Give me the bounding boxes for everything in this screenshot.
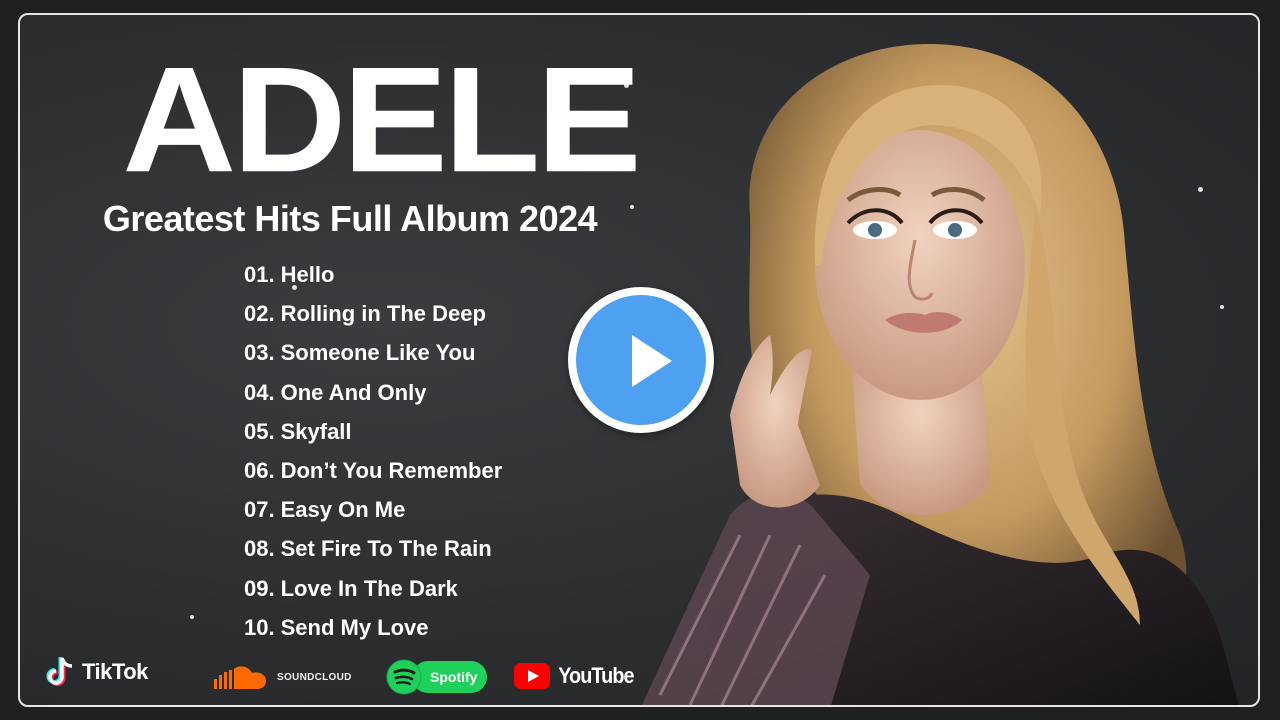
tiktok-logo[interactable]: TikTok bbox=[46, 655, 148, 689]
track-item: 05. Skyfall bbox=[244, 412, 502, 451]
youtube-logo[interactable]: YouTube bbox=[514, 663, 638, 689]
track-item: 06. Don’t You Remember bbox=[244, 451, 502, 490]
track-item: 08. Set Fire To The Rain bbox=[244, 529, 502, 568]
track-number: 05. bbox=[244, 418, 275, 444]
tiktok-label: TikTok bbox=[82, 659, 148, 684]
track-title: Easy On Me bbox=[280, 497, 406, 523]
sparkle-dot bbox=[347, 13, 357, 15]
tracklist: 01. Hello 02. Rolling in The Deep 03. Someo… bbox=[244, 255, 502, 647]
youtube-icon bbox=[514, 663, 550, 689]
track-title: Skyfall bbox=[280, 418, 352, 444]
play-button-circle bbox=[576, 295, 706, 425]
track-item: 09. Love In The Dark bbox=[244, 569, 502, 608]
spotify-icon bbox=[386, 659, 422, 695]
soundcloud-logo[interactable]: SOUNDCLOUD bbox=[212, 663, 352, 691]
track-item: 01. Hello bbox=[244, 255, 502, 294]
soundcloud-label: SOUNDCLOUD bbox=[277, 671, 352, 683]
track-number: 07. bbox=[244, 497, 275, 523]
platform-logos: TikTok SOUNDCLOUD Spotify YouTube bbox=[20, 645, 700, 695]
track-title: Love In The Dark bbox=[280, 575, 458, 601]
track-number: 06. bbox=[244, 457, 275, 483]
album-subtitle: Greatest Hits Full Album 2024 bbox=[102, 198, 598, 239]
youtube-label: YouTube bbox=[558, 663, 634, 688]
play-button[interactable] bbox=[568, 287, 714, 433]
track-number: 09. bbox=[244, 575, 275, 601]
play-icon bbox=[632, 335, 672, 387]
sparkle-dot bbox=[190, 615, 194, 619]
track-item: 03. Someone Like You bbox=[244, 333, 502, 372]
spotify-pill: Spotify bbox=[412, 661, 488, 693]
track-title: Set Fire To The Rain bbox=[280, 536, 492, 562]
track-number: 04. bbox=[244, 379, 275, 405]
tiktok-icon bbox=[46, 657, 73, 686]
track-number: 02. bbox=[244, 301, 275, 327]
track-title: One And Only bbox=[280, 379, 427, 405]
track-item: 02. Rolling in The Deep bbox=[244, 294, 502, 333]
track-title: Someone Like You bbox=[280, 340, 476, 366]
track-item: 07. Easy On Me bbox=[244, 490, 502, 529]
track-number: 08. bbox=[244, 536, 275, 562]
artist-title: ADELE bbox=[122, 36, 642, 204]
spotify-logo[interactable]: Spotify bbox=[386, 659, 488, 695]
sparkle-dot bbox=[560, 13, 568, 15]
track-number: 10. bbox=[244, 614, 275, 640]
track-title: Don’t You Remember bbox=[280, 457, 503, 483]
track-item: 04. One And Only bbox=[244, 373, 502, 412]
track-number: 03. bbox=[244, 340, 275, 366]
track-item: 10. Send My Love bbox=[244, 608, 502, 647]
track-title: Rolling in The Deep bbox=[280, 301, 486, 327]
soundcloud-icon bbox=[214, 666, 266, 689]
video-thumbnail[interactable]: ADELE Greatest Hits Full Album 2024 01. H… bbox=[18, 13, 1260, 707]
track-title: Send My Love bbox=[280, 614, 429, 640]
track-number: 01. bbox=[244, 262, 275, 287]
spotify-label: Spotify bbox=[430, 669, 478, 685]
track-title: Hello bbox=[280, 262, 335, 287]
